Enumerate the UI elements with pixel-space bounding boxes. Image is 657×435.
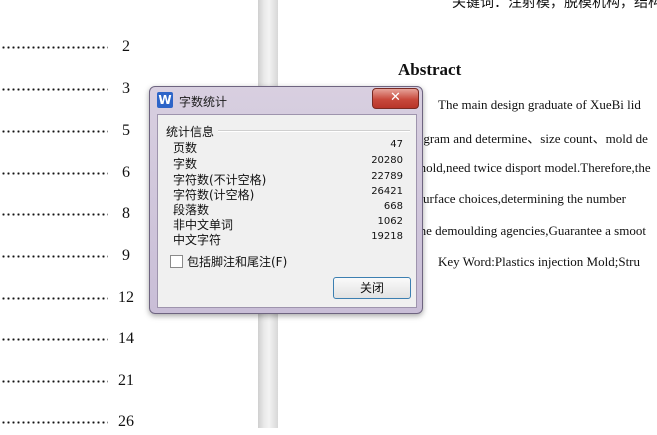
stat-row-chars-no-spaces: 字符数(不计空格) 22789 — [173, 171, 403, 187]
group-divider — [218, 130, 410, 132]
chinese-keywords: 关键词：注射模，脱模机构，结构 — [452, 0, 657, 11]
toc-page-number: 26 — [118, 413, 134, 430]
abstract-line: the demoulding agencies,Guarantee a smoo… — [416, 223, 646, 238]
statistics-group-label: 统计信息 — [166, 123, 219, 140]
stat-row-chinese-chars: 中文字符 19218 — [173, 231, 403, 247]
wps-writer-icon: W — [157, 92, 173, 108]
toc-leader-dots — [0, 46, 108, 49]
stat-value: 1062 — [377, 216, 403, 227]
toc-page-number: 14 — [118, 330, 134, 347]
stat-value: 26421 — [371, 186, 403, 197]
toc-leader-dots — [0, 338, 108, 341]
toc-page-number: 8 — [122, 205, 130, 222]
close-button[interactable]: 关闭 — [333, 277, 411, 299]
toc-page-number: 9 — [122, 247, 130, 264]
abstract-line: mold,need twice disport model.Therefore,… — [416, 160, 651, 175]
dialog-titlebar[interactable]: W 字数统计 ✕ — [150, 87, 422, 113]
toc-page-number: 2 — [122, 38, 130, 55]
abstract-line: program and determine、size count、mold de — [406, 131, 648, 146]
toc-page-number: 5 — [122, 122, 130, 139]
toc-page-number: 3 — [122, 80, 130, 97]
toc-page-number: 6 — [122, 164, 130, 181]
stat-value: 19218 — [371, 231, 403, 242]
keywords-line: Key Word:Plastics injection Mold;Stru — [438, 254, 641, 269]
toc-leader-dots — [0, 213, 108, 216]
abstract-line: The main design graduate of XueBi lid — [438, 97, 641, 112]
toc-row: 2 — [0, 38, 255, 60]
toc-page-number: 12 — [118, 289, 134, 306]
stat-row-pages: 页数 47 — [173, 139, 403, 155]
stat-row-paragraphs: 段落数 668 — [173, 201, 403, 217]
dialog-body: 统计信息 页数 47 字数 20280 字符数(不计空格) 22789 字符数(… — [157, 114, 417, 308]
toc-leader-dots — [0, 255, 108, 258]
abstract-heading: Abstract — [398, 60, 462, 79]
toc-row: 21 — [0, 372, 255, 394]
toc-leader-dots — [0, 297, 108, 300]
include-footnotes-checkbox[interactable] — [170, 255, 183, 268]
stat-row-chars-with-spaces: 字符数(计空格) 26421 — [173, 186, 403, 202]
close-icon[interactable]: ✕ — [372, 88, 419, 109]
stat-value: 20280 — [371, 155, 403, 166]
toc-page-number: 21 — [118, 372, 134, 389]
include-footnotes-label[interactable]: 包括脚注和尾注(F) — [187, 253, 287, 270]
stat-value: 22789 — [371, 171, 403, 182]
stat-label: 页数 — [173, 141, 198, 155]
toc-leader-dots — [0, 88, 108, 91]
toc-row: 14 — [0, 330, 255, 352]
toc-leader-dots — [0, 130, 108, 133]
stat-label: 中文字符 — [173, 233, 222, 247]
stat-row-non-chinese-words: 非中文单词 1062 — [173, 216, 403, 232]
stat-value: 668 — [383, 201, 403, 212]
abstract-line: surface choices,determining the number — [418, 191, 626, 206]
toc-leader-dots — [0, 172, 108, 175]
stat-value: 47 — [390, 139, 403, 150]
dialog-title: 字数统计 — [179, 95, 228, 109]
stat-row-words: 字数 20280 — [173, 155, 403, 171]
word-count-dialog: W 字数统计 ✕ 统计信息 页数 47 字数 20280 字符数(不计空格) 2… — [149, 86, 423, 314]
stat-label: 字数 — [173, 157, 198, 171]
toc-leader-dots — [0, 421, 108, 424]
toc-leader-dots — [0, 380, 108, 383]
toc-row: 26 — [0, 413, 255, 435]
